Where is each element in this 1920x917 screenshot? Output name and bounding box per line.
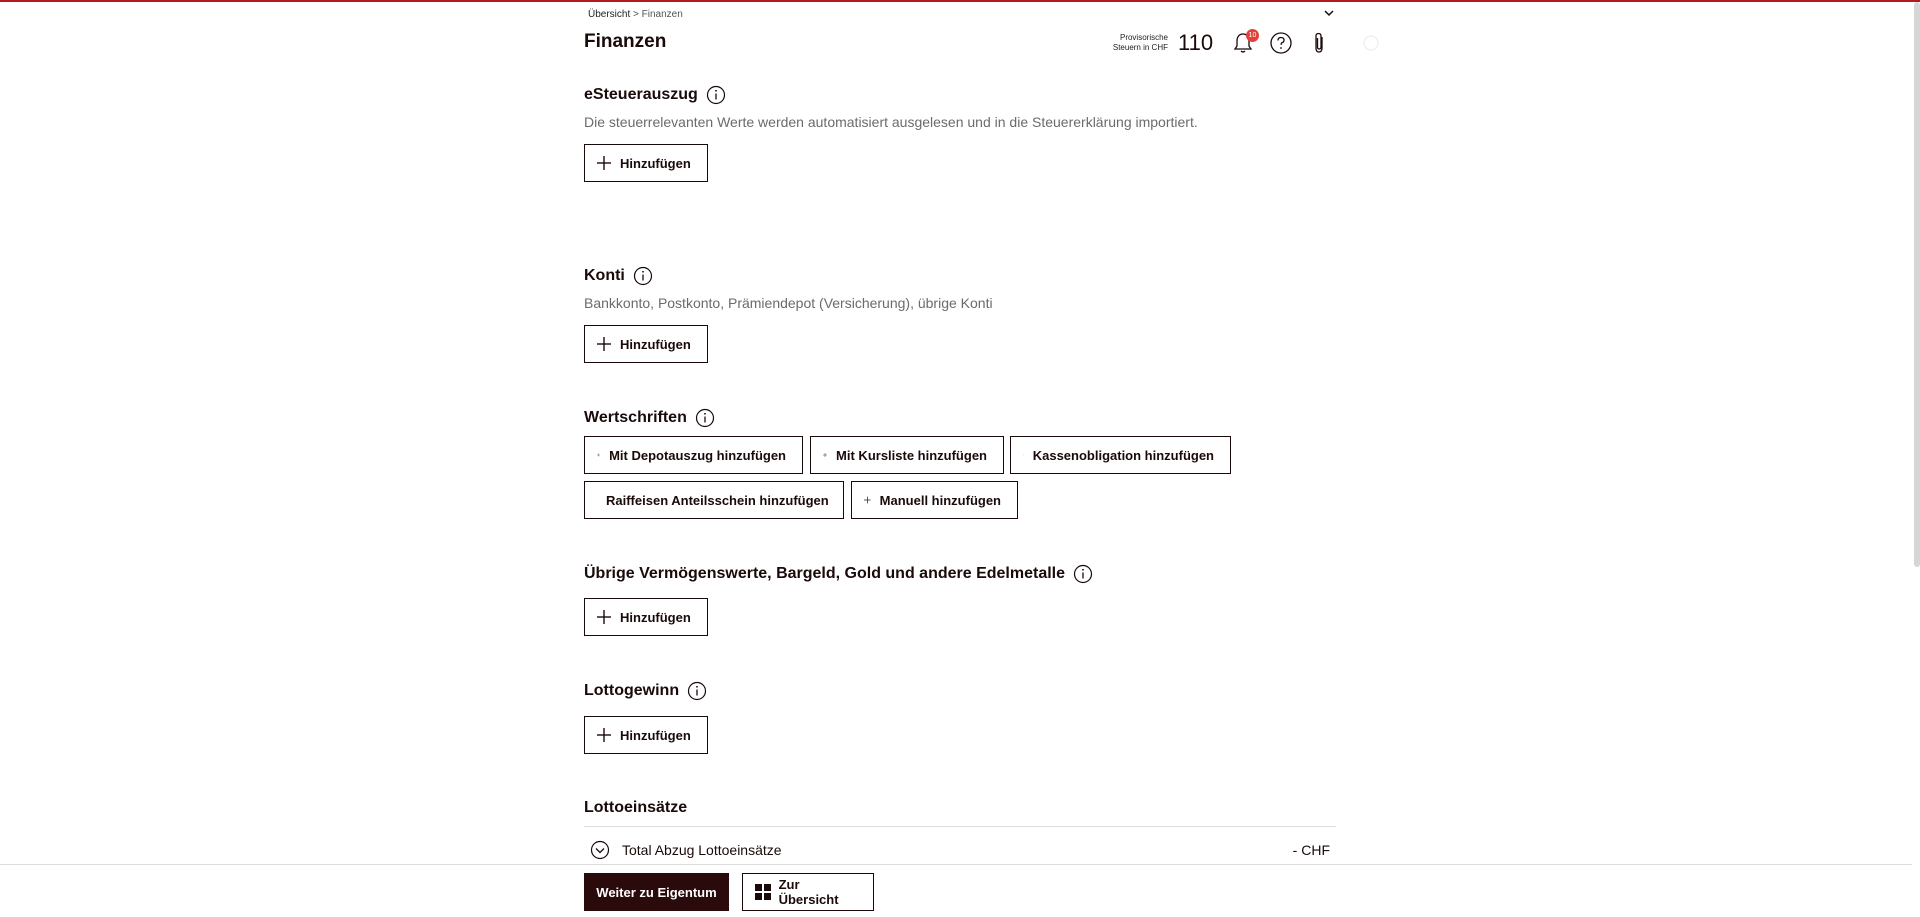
paperclip-icon [1315,32,1323,53]
plus-icon [597,453,601,457]
info-icon[interactable] [695,408,715,428]
section-desc-esteuerauszug: Die steuerrelevanten Werte werden automa… [584,114,1198,130]
button-label: Hinzufügen [620,336,691,352]
page-title: Finanzen [584,31,667,52]
section-title-lottogewinn: Lottogewinn [584,681,707,701]
plus-icon [1023,454,1024,456]
section-title-text: Wertschriften [584,409,687,426]
notifications-button[interactable]: 10 [1230,29,1259,56]
button-label: Hinzufügen [620,727,691,743]
plus-icon [823,452,828,458]
info-icon[interactable] [633,266,653,286]
attachments-button[interactable] [1306,30,1332,56]
help-button[interactable] [1268,30,1294,56]
plus-icon [864,496,871,504]
scrollbar-thumb[interactable] [1914,2,1920,567]
add-depotauszug-button[interactable]: Mit Depotauszug hinzufügen [584,436,803,474]
next-to-eigentum-button[interactable]: Weiter zu Eigentum [584,873,729,911]
add-lottogewinn-button[interactable]: Hinzufügen [584,716,708,754]
button-label: Raiffeisen Anteilsschein hinzufügen [606,492,829,508]
section-divider [584,826,1336,827]
section-title-text: Lottoeinsätze [584,799,688,816]
add-manuell-button[interactable]: Manuell hinzufügen [851,481,1018,519]
notification-badge: 10 [1246,29,1259,42]
breadcrumb-separator: > [633,9,639,20]
total-lottoeinsaetze-row[interactable]: Total Abzug Lottoeinsätze - CHF [590,839,1330,861]
button-label: Mit Kursliste hinzufügen [836,447,987,463]
info-icon[interactable] [687,681,707,701]
footer-divider [0,864,1912,865]
info-icon[interactable] [1073,564,1093,584]
button-label: Zur Übersicht [778,877,839,907]
chevron-down-icon[interactable] [1322,6,1336,20]
section-title-text: Lottogewinn [584,682,680,699]
button-label: Hinzufügen [620,609,691,625]
section-title-lottoeinsaetze: Lottoeinsätze [584,799,687,817]
section-title-text: eSteuerauszug [584,86,698,103]
breadcrumb: Übersicht > Finanzen [588,9,683,20]
section-title-konti: Konti [584,266,653,286]
faded-icon [1363,35,1379,51]
button-label: Manuell hinzufügen [879,492,1001,508]
overview-button[interactable]: Zur Übersicht [742,873,874,911]
info-icon[interactable] [706,85,726,105]
add-kursliste-button[interactable]: Mit Kursliste hinzufügen [810,436,1004,474]
add-esteuerauszug-button[interactable]: Hinzufügen [584,144,708,182]
plus-icon [597,610,611,624]
plus-icon [597,337,611,351]
section-title-text: Konti [584,267,625,284]
add-kassenobligation-button[interactable]: Kassenobligation hinzufügen [1010,436,1231,474]
section-title-text: Übrige Vermögenswerte, Bargeld, Gold und… [584,565,1066,582]
total-label: Total Abzug Lottoeinsätze [622,842,782,858]
button-label: Mit Depotauszug hinzufügen [609,447,786,463]
add-konti-button[interactable]: Hinzufügen [584,325,708,363]
tax-label: Provisorische Steuern in CHF [1112,33,1168,52]
total-value: - CHF [1292,842,1330,858]
breadcrumb-home-link[interactable]: Übersicht [588,9,630,20]
add-uebrige-vermoegenswerte-button[interactable]: Hinzufügen [584,598,708,636]
section-desc-konti: Bankkonto, Postkonto, Prämiendepot (Vers… [584,295,993,311]
plus-icon [597,156,611,170]
question-icon [1270,32,1292,54]
button-label: Kassenobligation hinzufügen [1032,447,1214,463]
section-title-wertschriften: Wertschriften [584,408,715,428]
breadcrumb-current: Finanzen [641,9,683,20]
section-title-uebrige-vermoegenswerte: Übrige Vermögenswerte, Bargeld, Gold und… [584,564,1093,584]
chevron-down-circle-icon[interactable] [590,840,610,860]
top-accent-line [0,0,1920,2]
add-raiffeisen-anteilsschein-button[interactable]: Raiffeisen Anteilsschein hinzufügen [584,481,844,519]
tax-value: 110 [1178,30,1214,55]
grid-icon [755,884,771,900]
button-label: Hinzufügen [620,155,691,171]
section-title-esteuerauszug: eSteuerauszug [584,85,726,105]
plus-icon [597,728,611,742]
